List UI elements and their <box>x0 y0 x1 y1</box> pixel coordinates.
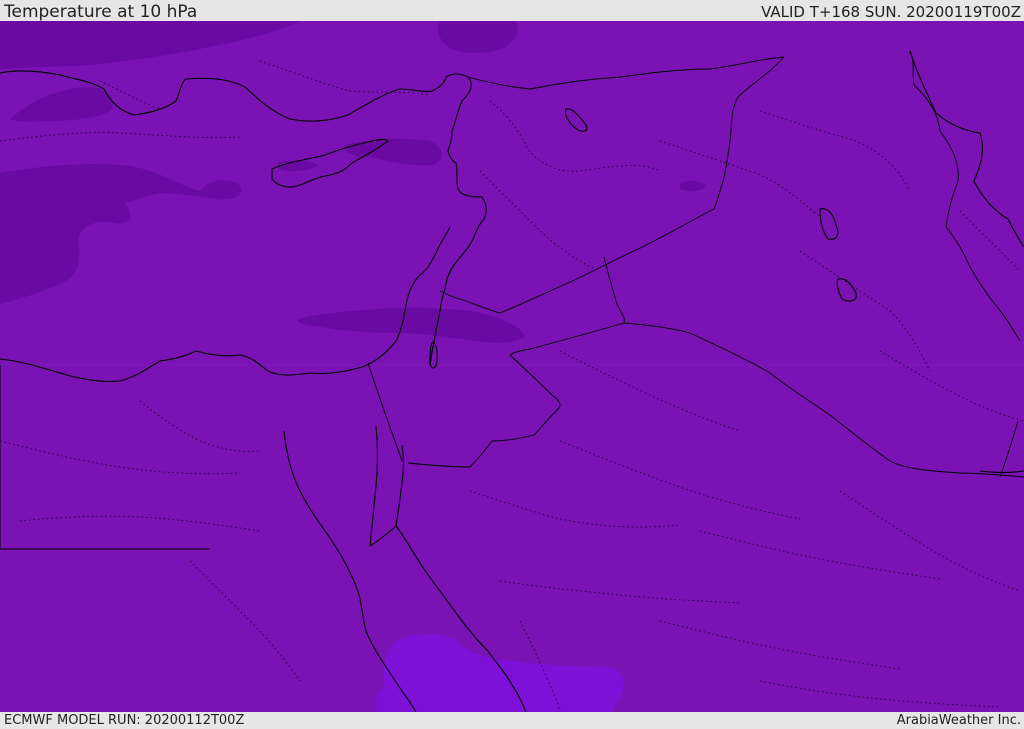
weather-map[interactable] <box>0 21 1024 712</box>
header-bar: Temperature at 10 hPa VALID T+168 SUN. 2… <box>0 0 1024 21</box>
model-run-label: ECMWF MODEL RUN: 20200112T00Z <box>4 713 245 728</box>
footer-bar: ECMWF MODEL RUN: 20200112T00Z ArabiaWeat… <box>0 712 1024 729</box>
temperature-field-base <box>0 21 1024 712</box>
valid-time-label: VALID T+168 SUN. 20200119T00Z <box>761 3 1021 21</box>
brand-label: ArabiaWeather Inc. <box>896 713 1021 728</box>
map-title: Temperature at 10 hPa <box>4 2 198 22</box>
